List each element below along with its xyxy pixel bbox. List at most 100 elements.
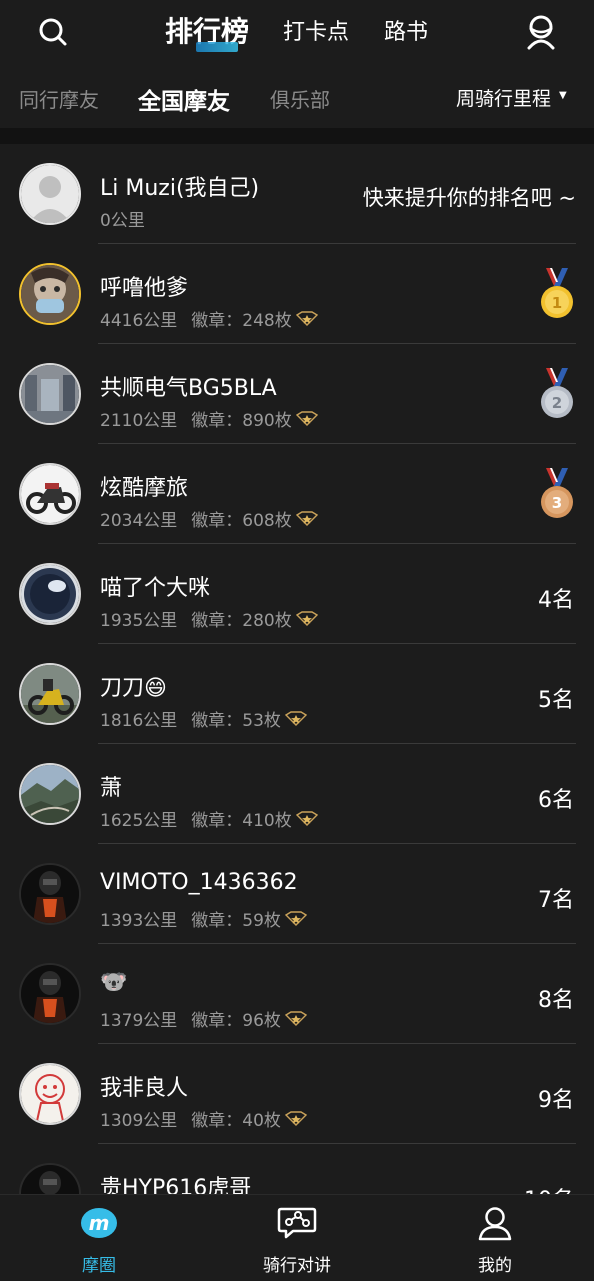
badge-label: 徽章： <box>191 511 243 531</box>
avatar[interactable] <box>19 663 81 725</box>
table-row[interactable]: 贵HYP616虎哥 10名 <box>0 1144 594 1194</box>
avatar[interactable] <box>19 263 81 325</box>
badge-count: 53枚 <box>242 711 281 731</box>
rank-label: 5名 <box>538 688 574 713</box>
medal-number: 2 <box>552 394 562 412</box>
ranking-list[interactable]: Li Muzi(我自己) 0公里 快来提升你的排名吧 ~ 呼噜他爹 4416公里… <box>0 144 594 1194</box>
avatar-image-icon <box>21 1065 79 1123</box>
user-stats: 1816公里 徽章： 53枚 <box>100 706 307 731</box>
nav-item-moquan[interactable]: m 摩圈 <box>0 1195 198 1281</box>
avatar[interactable] <box>19 563 81 625</box>
user-name: Li Muzi(我自己) <box>100 176 260 201</box>
user-stats: 1935公里 徽章： 280枚 <box>100 606 318 631</box>
user-distance: 1379公里 <box>100 1011 178 1031</box>
user-name: VIMOTO_1436362 <box>100 870 298 895</box>
badge-label: 徽章： <box>191 711 243 731</box>
subtab-clubs-label: 俱乐部 <box>270 88 330 112</box>
tab-checkin-points[interactable]: 打卡点 <box>283 14 349 46</box>
subtab-clubs[interactable]: 俱乐部 <box>270 84 330 113</box>
avatar[interactable] <box>19 463 81 525</box>
avatar[interactable] <box>19 163 81 225</box>
table-row[interactable]: 我非良人 1309公里 徽章： 40枚 9名 <box>0 1044 594 1144</box>
table-row[interactable]: 喵了个大咪 1935公里 徽章： 280枚 4名 <box>0 544 594 644</box>
profile-button[interactable] <box>521 12 561 52</box>
user-stats: 2110公里 徽章： 890枚 <box>100 406 318 431</box>
medal-number: 3 <box>552 494 562 512</box>
table-row[interactable]: 萧 1625公里 徽章： 410枚 6名 <box>0 744 594 844</box>
subtab-fellow-riders[interactable]: 同行摩友 <box>19 84 99 113</box>
nav-label-mine: 我的 <box>478 1256 512 1276</box>
sub-tab-bar: 同行摩友 全国摩友 俱乐部 周骑行里程 ▼ <box>0 64 594 128</box>
search-icon <box>39 18 67 46</box>
badge-count: 608枚 <box>242 511 292 531</box>
table-row[interactable]: VIMOTO_1436362 1393公里 徽章： 59枚 7名 <box>0 844 594 944</box>
section-divider <box>0 128 594 144</box>
badge-count: 410枚 <box>242 811 292 831</box>
user-distance: 4416公里 <box>100 311 178 331</box>
user-name: 我非良人 <box>100 1076 189 1101</box>
user-name: 炫酷摩旅 <box>100 476 189 501</box>
avatar-image-icon <box>21 1165 79 1194</box>
search-button[interactable] <box>33 12 73 52</box>
badge-count: 40枚 <box>242 1111 281 1131</box>
table-row[interactable]: 刀刀😄 1816公里 徽章： 53枚 5名 <box>0 644 594 744</box>
badge-label: 徽章： <box>191 311 243 331</box>
rank-label: 10名 <box>524 1182 574 1194</box>
rank-hint: 快来提升你的排名吧 ~ <box>362 186 576 210</box>
badge-icon <box>284 910 307 927</box>
badge-icon <box>295 310 318 327</box>
nav-item-ride-intercom[interactable]: 骑行对讲 <box>198 1195 396 1281</box>
badge-count: 96枚 <box>242 1011 281 1031</box>
avatar-image-icon <box>21 265 79 323</box>
table-row[interactable]: 共顺电气BG5BLA 2110公里 徽章： 890枚 2 <box>0 344 594 444</box>
table-row[interactable]: 呼噜他爹 4416公里 徽章： 248枚 1 <box>0 244 594 344</box>
bronze-medal-icon: 3 <box>541 468 573 518</box>
badge-label: 徽章： <box>191 411 243 431</box>
table-row[interactable]: 🐨 1379公里 徽章： 96枚 8名 <box>0 944 594 1044</box>
user-stats: 1393公里 徽章： 59枚 <box>100 906 307 931</box>
user-name: 呼噜他爹 <box>100 276 189 301</box>
avatar-image-icon <box>21 665 79 723</box>
table-row[interactable]: 炫酷摩旅 2034公里 徽章： 608枚 3 <box>0 444 594 544</box>
moquan-logo-icon: m <box>78 1205 120 1241</box>
avatar[interactable] <box>19 863 81 925</box>
avatar[interactable] <box>19 1163 81 1194</box>
user-stats: 0公里 <box>100 206 145 231</box>
badge-icon <box>295 510 318 527</box>
user-distance: 2034公里 <box>100 511 178 531</box>
badge-count: 59枚 <box>242 911 281 931</box>
badge-icon <box>284 710 307 727</box>
avatar[interactable] <box>19 1063 81 1125</box>
avatar[interactable] <box>19 763 81 825</box>
avatar-image-icon <box>21 565 79 623</box>
svg-text:m: m <box>89 1211 110 1235</box>
ride-intercom-icon <box>276 1205 318 1241</box>
caret-down-icon: ▼ <box>559 90 567 101</box>
self-row[interactable]: Li Muzi(我自己) 0公里 快来提升你的排名吧 ~ <box>0 144 594 244</box>
user-stats: 1625公里 徽章： 410枚 <box>100 806 318 831</box>
rank-label: 7名 <box>538 888 574 913</box>
user-distance: 1816公里 <box>100 711 178 731</box>
subtab-national-riders-label: 全国摩友 <box>138 89 230 115</box>
sort-dropdown[interactable]: 周骑行里程 ▼ <box>456 84 567 111</box>
user-stats: 4416公里 徽章： 248枚 <box>100 306 318 331</box>
avatar-image-icon <box>21 865 79 923</box>
bottom-nav: m 摩圈 骑行对讲 我的 <box>0 1194 594 1281</box>
avatar-image-icon <box>21 465 79 523</box>
rank-label: 6名 <box>538 788 574 813</box>
medal-number: 1 <box>552 294 562 312</box>
badge-label: 徽章： <box>191 911 243 931</box>
avatar[interactable] <box>19 963 81 1025</box>
silver-medal-icon: 2 <box>541 368 573 418</box>
nav-item-mine[interactable]: 我的 <box>396 1195 594 1281</box>
tab-roadbook[interactable]: 路书 <box>384 14 428 46</box>
rank-label: 4名 <box>538 588 574 613</box>
avatar[interactable] <box>19 363 81 425</box>
badge-icon <box>284 1110 307 1127</box>
user-stats: 1309公里 徽章： 40枚 <box>100 1106 307 1131</box>
user-distance: 1309公里 <box>100 1111 178 1131</box>
default-avatar-icon <box>21 165 79 223</box>
badge-label: 徽章： <box>191 1011 243 1031</box>
badge-label: 徽章： <box>191 611 243 631</box>
subtab-national-riders[interactable]: 全国摩友 <box>138 82 230 116</box>
